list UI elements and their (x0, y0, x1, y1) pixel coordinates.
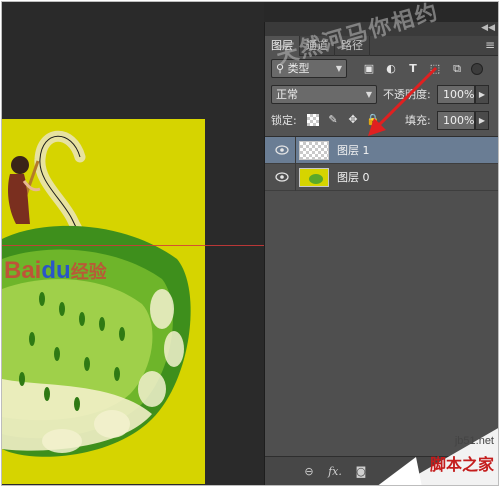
opacity-input[interactable]: 100% (437, 85, 475, 104)
collapse-panel-icon[interactable]: ◀◀ (481, 23, 495, 33)
filter-toggle-icon[interactable] (471, 63, 483, 75)
layer-row[interactable]: 图层 0 (265, 164, 498, 191)
lock-transparency-icon[interactable] (307, 114, 319, 126)
baidu-watermark-latin: Bai (4, 257, 42, 284)
eye-icon[interactable] (275, 144, 289, 156)
site-badge: jb51.net 脚本之家 (376, 417, 498, 485)
fill-dropdown-icon[interactable]: ▶ (475, 111, 489, 130)
layer-divider (295, 164, 296, 191)
smart-object-filter-icon[interactable]: ⧉ (449, 61, 465, 77)
layer-thumbnail (299, 168, 329, 187)
fill-input[interactable]: 100% (437, 111, 475, 130)
panel-menu-icon[interactable]: ≡ (485, 38, 495, 52)
lock-position-icon[interactable]: ✥ (345, 112, 361, 128)
opacity-dropdown-icon[interactable]: ▶ (475, 85, 489, 104)
lock-pixels-icon[interactable]: ✎ (325, 112, 341, 128)
document-workspace: Baidu经验 (2, 2, 264, 485)
fx-icon[interactable]: fx. (327, 464, 343, 480)
layers-list: 图层 1 图层 0 (265, 136, 498, 456)
eye-icon[interactable] (275, 171, 289, 183)
layer-mask-icon[interactable]: ◙ (353, 464, 369, 480)
baidu-watermark: Baidu经验 (4, 257, 107, 285)
layer-name[interactable]: 图层 0 (337, 164, 370, 191)
lock-label: 锁定: (271, 114, 297, 127)
baidu-watermark-zh: 经验 (70, 262, 107, 282)
baidu-paw-text: du (41, 257, 71, 284)
layer-divider (295, 137, 296, 164)
link-layers-icon[interactable]: ⊖ (301, 464, 317, 480)
chevron-down-icon: ▼ (335, 64, 342, 73)
photoshop-window: Baidu经验 ◀◀ 图层 通道 路径 ≡ ⚲ 类型 ▼ ▣ ◐ T ⬚ ⧉ (1, 1, 499, 486)
image-canvas[interactable] (2, 119, 205, 484)
peacock-illustration (2, 130, 191, 457)
annotation-arrow-icon (368, 66, 438, 136)
layer-thumbnail-image (309, 174, 323, 184)
layer-thumbnail (299, 141, 329, 160)
site-name: 脚本之家 (429, 455, 494, 474)
blend-mode-label: 正常 (276, 88, 298, 101)
site-domain: jb51.net (454, 435, 494, 447)
